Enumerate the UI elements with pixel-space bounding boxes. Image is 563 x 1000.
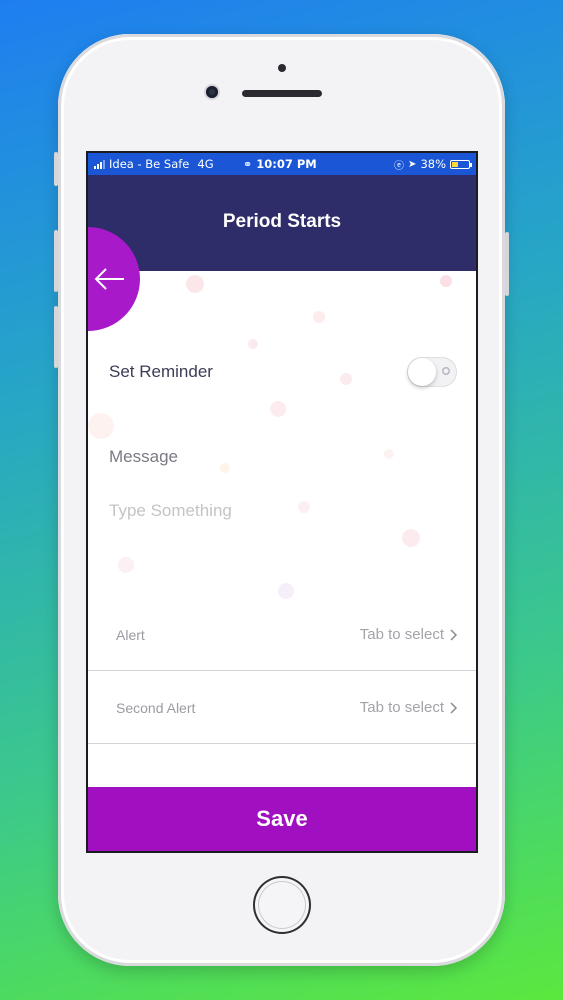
toggle-off-indicator	[442, 367, 450, 375]
decorative-bubble	[313, 311, 325, 323]
earpiece-speaker	[242, 90, 322, 97]
volume-down-button	[54, 306, 58, 368]
volume-up-button	[54, 230, 58, 292]
decorative-bubble	[270, 401, 286, 417]
battery-percent: 38%	[420, 157, 446, 171]
chevron-right-icon	[450, 701, 458, 714]
toggle-knob	[408, 358, 436, 386]
set-reminder-row: Set Reminder	[109, 355, 457, 389]
carrier-name: Idea - Be Safe	[109, 157, 190, 171]
reminder-form: Set Reminder Message Alert Tab to select	[88, 271, 476, 787]
battery-icon	[450, 159, 472, 169]
reminder-toggle[interactable]	[407, 357, 457, 387]
arrow-left-icon	[94, 268, 124, 290]
mute-switch	[54, 152, 58, 186]
network-type: 4G	[197, 157, 214, 171]
save-button[interactable]: Save	[88, 787, 476, 851]
decorative-bubble	[278, 583, 294, 599]
home-button[interactable]	[253, 876, 311, 934]
rotation-lock-icon: ⓔ	[394, 160, 405, 172]
decorative-bubble	[118, 557, 134, 573]
chevron-right-icon	[450, 628, 458, 641]
header-bar: Period Starts	[88, 175, 476, 271]
decorative-bubble	[384, 449, 394, 459]
location-icon: ➤	[408, 158, 417, 170]
proximity-sensor	[278, 64, 286, 72]
page-title: Period Starts	[222, 211, 342, 232]
power-button	[505, 232, 509, 296]
second-alert-label: Second Alert	[116, 699, 196, 716]
decorative-bubble	[88, 413, 114, 439]
second-alert-value: Tab to select	[359, 699, 444, 716]
decorative-bubble	[220, 463, 230, 473]
save-label: Save	[256, 806, 308, 831]
alert-row[interactable]: Alert Tab to select	[88, 599, 476, 671]
status-time: 10:07 PM	[256, 157, 317, 171]
decorative-bubble	[440, 275, 452, 287]
alert-value: Tab to select	[359, 626, 444, 643]
decorative-bubble	[402, 529, 420, 547]
phone-screen: Idea - Be Safe 4G ⚭ 10:07 PM ⓔ ➤ 38% Per…	[86, 151, 478, 853]
decorative-bubble	[248, 339, 258, 349]
signal-icon	[94, 159, 105, 169]
message-input[interactable]	[107, 493, 441, 529]
second-alert-row[interactable]: Second Alert Tab to select	[88, 672, 476, 744]
alert-label: Alert	[116, 626, 145, 643]
message-label: Message	[109, 447, 178, 466]
front-camera	[206, 86, 218, 98]
hotspot-icon: ⚭	[243, 157, 253, 171]
status-bar: Idea - Be Safe 4G ⚭ 10:07 PM ⓔ ➤ 38%	[88, 153, 476, 175]
decorative-bubble	[186, 275, 204, 293]
set-reminder-label: Set Reminder	[109, 362, 213, 381]
